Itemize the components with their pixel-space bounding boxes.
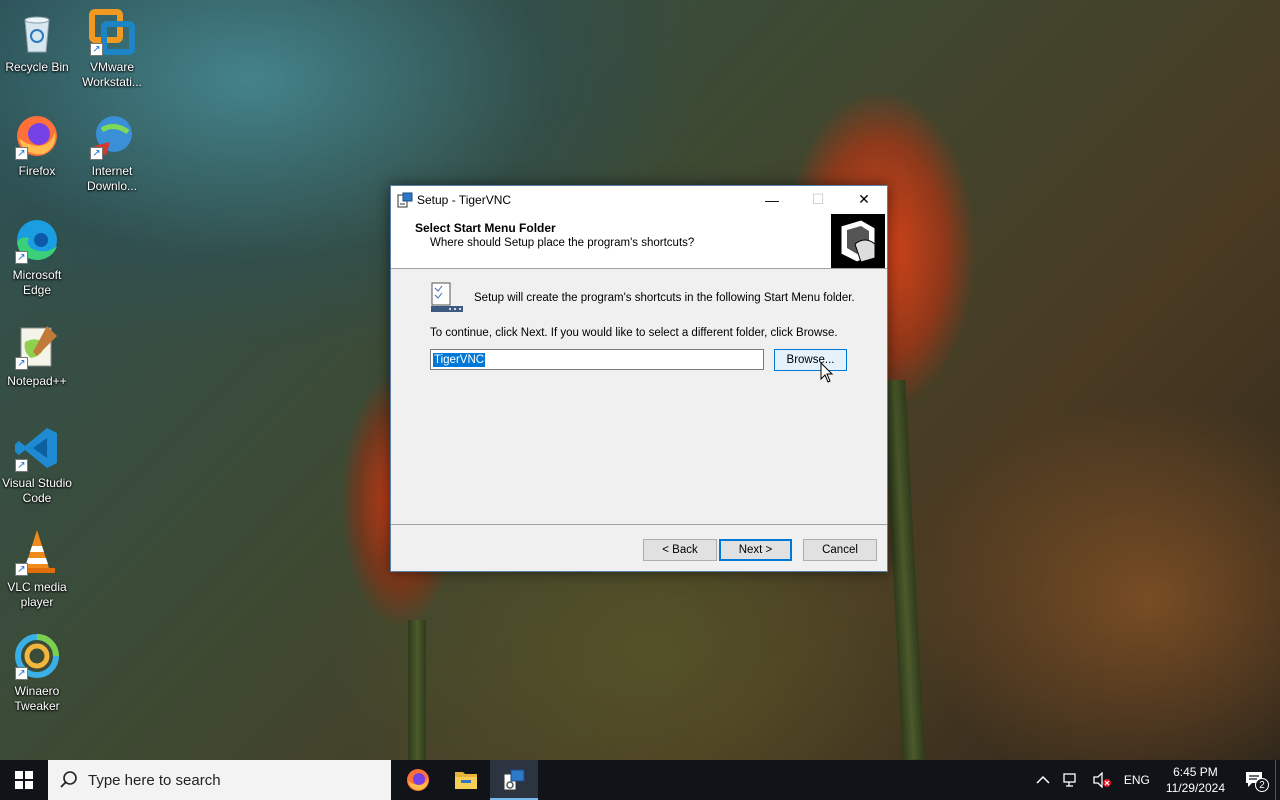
taskbar-app-firefox[interactable] bbox=[394, 760, 442, 800]
edge-icon: ↗ bbox=[13, 216, 61, 264]
instruction-text: To continue, click Next. If you would li… bbox=[430, 327, 838, 339]
recycle-bin-icon bbox=[13, 8, 61, 56]
vmware-icon: ↗ bbox=[88, 8, 136, 56]
info-text: Setup will create the program's shortcut… bbox=[474, 292, 855, 304]
minimize-icon: — bbox=[765, 191, 779, 208]
taskbar-search-box[interactable]: Type here to search bbox=[48, 760, 391, 800]
desktop-icon-label: Microsoft Edge bbox=[12, 268, 62, 297]
wizard-body: Setup will create the program's shortcut… bbox=[391, 269, 887, 524]
start-menu-folder-icon bbox=[430, 282, 464, 314]
network-icon bbox=[1063, 773, 1076, 787]
shortcut-arrow-icon: ↗ bbox=[90, 43, 103, 56]
cancel-button-label: Cancel bbox=[822, 544, 858, 556]
clock-date: 11/29/2024 bbox=[1165, 781, 1225, 795]
desktop-icon-firefox[interactable]: ↗ Firefox bbox=[0, 112, 74, 179]
volume-button[interactable] bbox=[1086, 772, 1118, 788]
notification-count-badge: 2 bbox=[1255, 778, 1269, 792]
maximize-icon: ☐ bbox=[811, 191, 825, 207]
firefox-icon bbox=[407, 769, 429, 791]
cancel-button[interactable]: Cancel bbox=[803, 539, 877, 561]
network-button[interactable] bbox=[1056, 772, 1086, 788]
desktop-icon-vscode[interactable]: ↗ Visual Studio Code bbox=[0, 424, 74, 506]
dialog-title: Setup - TigerVNC bbox=[417, 192, 512, 207]
desktop-icon-label: Notepad++ bbox=[7, 374, 67, 388]
maximize-button: ☐ bbox=[795, 186, 841, 213]
shortcut-arrow-icon: ↗ bbox=[15, 459, 28, 472]
mouse-cursor-icon bbox=[820, 362, 834, 383]
show-hidden-icons-button[interactable] bbox=[1030, 775, 1056, 785]
clock-time: 6:45 PM bbox=[1173, 765, 1218, 779]
start-button[interactable] bbox=[0, 760, 48, 800]
desktop-icon-label: Winaero Tweaker bbox=[14, 684, 60, 713]
back-button[interactable]: < Back bbox=[643, 539, 717, 561]
flower-stem bbox=[883, 379, 925, 761]
desktop-icon-vlc[interactable]: ↗ VLC media player bbox=[0, 528, 74, 610]
taskbar-app-file-explorer[interactable] bbox=[442, 760, 490, 800]
search-placeholder: Type here to search bbox=[88, 771, 221, 789]
shortcut-arrow-icon: ↗ bbox=[15, 251, 28, 264]
taskbar-app-tigervnc-setup[interactable] bbox=[490, 760, 538, 800]
vscode-icon: ↗ bbox=[13, 424, 61, 472]
desktop-icon-edge[interactable]: ↗ Microsoft Edge bbox=[0, 216, 74, 298]
browse-button[interactable]: Browse... bbox=[774, 349, 847, 371]
setup-dialog: Setup - TigerVNC — ☐ ✕ Select Start Menu… bbox=[390, 185, 888, 572]
shortcut-arrow-icon: ↗ bbox=[15, 563, 28, 576]
volume-muted-icon bbox=[1093, 772, 1111, 788]
setup-app-icon bbox=[397, 192, 413, 207]
desktop-icon-vmware[interactable]: ↗ VMware Workstati... bbox=[75, 8, 149, 90]
footer-divider bbox=[391, 524, 887, 525]
selected-folder-text: TigerVNC bbox=[433, 352, 486, 367]
wizard-header: Select Start Menu Folder Where should Se… bbox=[391, 213, 887, 269]
close-button[interactable]: ✕ bbox=[841, 186, 887, 213]
shortcut-arrow-icon: ↗ bbox=[15, 147, 28, 160]
dialog-titlebar[interactable]: Setup - TigerVNC — ☐ ✕ bbox=[391, 186, 887, 213]
installer-logo-icon bbox=[831, 214, 885, 268]
windows-logo-icon bbox=[15, 771, 33, 789]
chevron-up-icon bbox=[1036, 775, 1050, 784]
search-icon bbox=[60, 771, 77, 788]
minimize-button[interactable]: — bbox=[749, 186, 795, 213]
desktop-icon-winaero[interactable]: ↗ Winaero Tweaker bbox=[0, 632, 74, 714]
desktop-icon-label: Firefox bbox=[18, 164, 56, 178]
show-desktop-button[interactable] bbox=[1275, 760, 1280, 800]
desktop-icon-label: VLC media player bbox=[7, 580, 67, 609]
desktop-icon-label: Recycle Bin bbox=[5, 60, 69, 74]
shortcut-arrow-icon: ↗ bbox=[90, 147, 103, 160]
internet-download-manager-icon: ↗ bbox=[88, 112, 136, 160]
back-button-label: < Back bbox=[662, 544, 698, 556]
notepadpp-icon: ↗ bbox=[13, 322, 61, 370]
desktop-icon-recycle-bin[interactable]: Recycle Bin bbox=[0, 8, 74, 75]
next-button[interactable]: Next > bbox=[719, 539, 792, 561]
start-menu-folder-input[interactable]: TigerVNC bbox=[430, 349, 764, 370]
clock[interactable]: 6:45 PM 11/29/2024 bbox=[1156, 764, 1235, 796]
input-language[interactable]: ENG bbox=[1118, 773, 1156, 787]
vlc-icon: ↗ bbox=[13, 528, 61, 576]
wizard-step-subtitle: Where should Setup place the program's s… bbox=[430, 237, 695, 249]
winaero-icon: ↗ bbox=[13, 632, 61, 680]
firefox-icon: ↗ bbox=[13, 112, 61, 160]
system-tray: ENG 6:45 PM 11/29/2024 2 bbox=[1030, 760, 1280, 800]
desktop-icon-internet-download-manager[interactable]: ↗ Internet Downlo... bbox=[75, 112, 149, 194]
desktop-icon-label: Internet Downlo... bbox=[86, 164, 138, 193]
desktop-icon-label: VMware Workstati... bbox=[82, 60, 142, 89]
shortcut-arrow-icon: ↗ bbox=[15, 357, 28, 370]
next-button-label: Next > bbox=[738, 544, 773, 556]
tigervnc-setup-icon bbox=[503, 769, 525, 791]
desktop-icon-notepadpp[interactable]: ↗ Notepad++ bbox=[0, 322, 74, 389]
desktop-icon-label: Visual Studio Code bbox=[2, 476, 72, 505]
shortcut-arrow-icon: ↗ bbox=[15, 667, 28, 680]
wizard-step-title: Select Start Menu Folder bbox=[415, 221, 556, 235]
flower-stem bbox=[408, 620, 426, 760]
file-explorer-icon bbox=[455, 772, 477, 789]
action-center-button[interactable]: 2 bbox=[1235, 760, 1275, 800]
close-icon: ✕ bbox=[858, 191, 870, 207]
taskbar: Type here to search ENG 6:45 PM 11/29/20… bbox=[0, 760, 1280, 800]
